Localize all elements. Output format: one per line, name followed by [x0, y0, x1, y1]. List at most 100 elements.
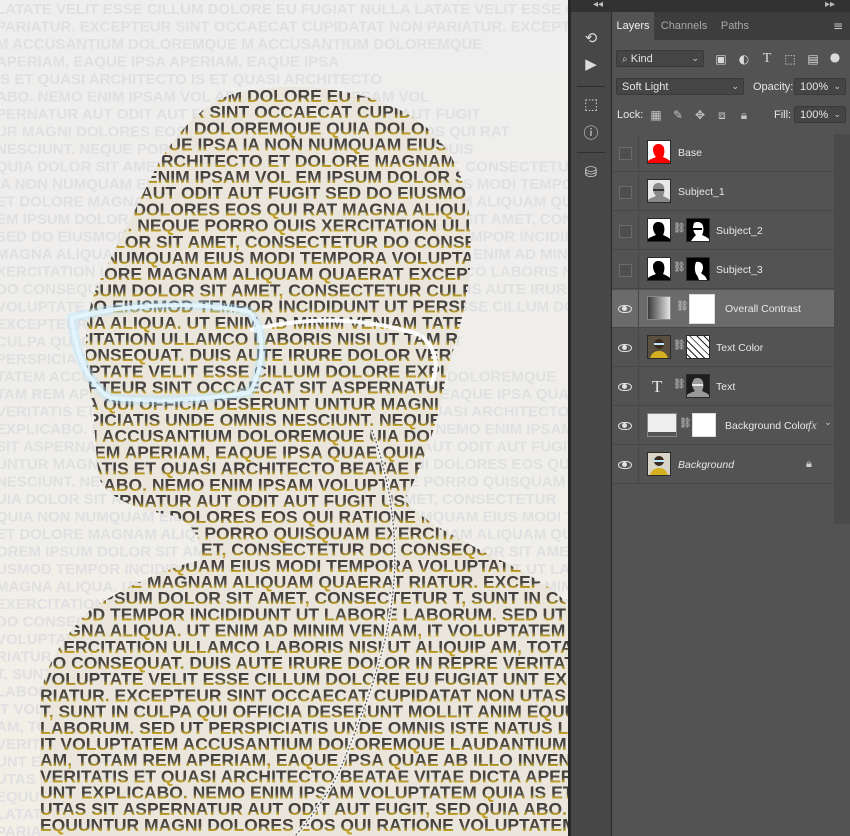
- chevron-down-icon[interactable]: ⌄: [824, 418, 832, 428]
- blend-mode-dropdown[interactable]: Soft Light ⌄: [616, 78, 744, 95]
- filter-adjustment-icon[interactable]: ◐: [735, 50, 753, 68]
- history-icon[interactable]: ⟲: [579, 26, 603, 50]
- link-chain-icon[interactable]: ⛓: [679, 418, 692, 432]
- layer-subject-1[interactable]: Subject_1: [612, 173, 834, 211]
- link-chain-icon[interactable]: ⛓: [676, 301, 689, 315]
- layers-panel: Layers Channels Paths ≡ ⌕ Kind ⌄ ▣ ◐ T ⬚…: [612, 12, 850, 836]
- visibility-toggle[interactable]: [616, 339, 634, 357]
- eye-icon: [618, 305, 632, 313]
- link-chain-icon[interactable]: ⛓: [673, 223, 686, 237]
- fill-field[interactable]: 100% ⌄: [794, 106, 846, 123]
- lock-all-icon[interactable]: 🔒︎: [736, 107, 752, 123]
- layer-name: Subject_3: [716, 264, 763, 276]
- clone-source-icon[interactable]: ⛁: [579, 160, 603, 184]
- eye-icon: [618, 383, 632, 391]
- filter-smartobject-icon[interactable]: ▤: [804, 50, 822, 68]
- layer-mask-thumbnail[interactable]: [686, 374, 710, 398]
- layer-subject-3[interactable]: ⛓ Subject_3: [612, 251, 834, 289]
- fill-value: 100%: [800, 109, 829, 121]
- actions-play-icon[interactable]: ▶: [579, 52, 603, 76]
- blend-row: Soft Light ⌄ Opacity: 100% ⌄: [612, 76, 850, 98]
- layer-name: Text: [716, 381, 736, 393]
- opacity-field[interactable]: 100% ⌄: [794, 78, 846, 95]
- visibility-toggle[interactable]: [616, 300, 634, 318]
- expand-right-icon[interactable]: ▸▸: [825, 0, 835, 10]
- layer-subject-2[interactable]: ⛓ Subject_2: [612, 212, 834, 250]
- link-chain-icon[interactable]: ⛓: [673, 340, 686, 354]
- filter-kind-dropdown[interactable]: ⌕ Kind ⌄: [616, 50, 704, 67]
- layer-name: Overall Contrast: [725, 303, 801, 315]
- tab-paths[interactable]: Paths: [714, 12, 756, 40]
- layer-thumbnail: [647, 179, 671, 203]
- layers-scrollbar[interactable]: [834, 134, 850, 524]
- layer-effects-fx-icon[interactable]: fx: [808, 418, 817, 433]
- visibility-toggle[interactable]: [616, 378, 634, 396]
- layer-thumbnail: [647, 140, 671, 164]
- strip-divider: [577, 86, 605, 87]
- panel-menu-icon[interactable]: ≡: [833, 19, 844, 33]
- layer-name: Base: [678, 147, 702, 159]
- layer-name: Background: [678, 459, 735, 471]
- lock-position-move-icon[interactable]: ✥: [692, 107, 708, 123]
- background-text-line: M ACCUSANTIUM DOLOREMQUE M ACCUSANTIUM D…: [0, 36, 482, 53]
- layer-mask-thumbnail[interactable]: [686, 257, 710, 281]
- layer-mask-thumbnail[interactable]: [689, 294, 715, 324]
- lock-artboard-icon[interactable]: ⧈: [714, 107, 730, 123]
- visibility-toggle[interactable]: [616, 222, 634, 240]
- visibility-toggle[interactable]: [616, 417, 634, 435]
- layer-overall-contrast[interactable]: ⛓ Overall Contrast: [612, 290, 834, 328]
- background-text-line: LATATE VELIT ESSE CILLUM DOLORE EU FUGIA…: [0, 1, 568, 18]
- background-text-line: IS ET QUASI ARCHITECTO IS ET QUASI ARCHI…: [0, 71, 382, 88]
- collapse-left-icon[interactable]: ◂◂: [593, 0, 603, 10]
- layer-background-color[interactable]: ⛓ Background Color fx ⌄: [612, 407, 834, 445]
- panel-icon-strip: ⟲ ▶ ⬚ ⓘ ⛁: [571, 12, 612, 836]
- strip-divider: [577, 152, 605, 153]
- filter-toggle-icon[interactable]: ●: [826, 48, 844, 66]
- filter-row: ⌕ Kind ⌄ ▣ ◐ T ⬚ ▤ ●: [612, 48, 850, 70]
- search-icon: ⌕: [622, 54, 631, 65]
- layer-name: Subject_1: [678, 186, 725, 198]
- layer-thumbnail: [647, 335, 671, 359]
- filter-kind-value: Kind: [630, 53, 653, 65]
- link-chain-icon[interactable]: ⛓: [673, 262, 686, 276]
- 3d-cube-icon[interactable]: ⬚: [579, 92, 603, 116]
- chevron-down-icon: ⌄: [731, 82, 739, 92]
- layer-text[interactable]: T ⛓ Text: [612, 368, 834, 406]
- type-layer-icon: T: [652, 377, 663, 396]
- visibility-toggle[interactable]: [616, 261, 634, 279]
- visibility-toggle[interactable]: [616, 144, 634, 162]
- lock-icon: 🔒︎: [806, 457, 812, 470]
- visibility-toggle[interactable]: [616, 183, 634, 201]
- lock-row: Lock: ▦ ✎ ✥ ⧈ 🔒︎ Fill: 100% ⌄: [612, 104, 850, 126]
- background-text-line: APERIAM, EAQUE IPSA APERIAM, EAQUE IPSA: [0, 54, 339, 71]
- filter-shape-icon[interactable]: ⬚: [781, 50, 799, 68]
- tab-channels[interactable]: Channels: [656, 12, 712, 40]
- layer-mask-thumbnail[interactable]: [692, 413, 716, 437]
- eye-icon: [618, 422, 632, 430]
- layer-name: Background Color: [725, 420, 810, 432]
- blend-mode-value: Soft Light: [622, 81, 669, 93]
- layer-background[interactable]: Background 🔒︎: [612, 446, 834, 484]
- filter-pixel-icon[interactable]: ▣: [712, 50, 730, 68]
- layer-mask-thumbnail[interactable]: [686, 218, 710, 242]
- layer-text-color[interactable]: ⛓ Text Color: [612, 329, 834, 367]
- link-chain-icon[interactable]: ⛓: [673, 379, 686, 393]
- lock-transparent-icon[interactable]: ▦: [648, 107, 664, 123]
- panel-dock: ◂◂ ▸▸ ⟲ ▶ ⬚ ⓘ ⛁ Layers Channels Paths ≡ …: [571, 0, 850, 836]
- info-icon[interactable]: ⓘ: [579, 120, 603, 144]
- panel-tabs: Layers Channels Paths ≡: [612, 12, 850, 40]
- filter-type-icon[interactable]: T: [758, 50, 776, 68]
- opacity-value: 100%: [800, 81, 829, 93]
- document-canvas[interactable]: LATATE VELIT ESSE CILLUM DOLORE EU FUGIA…: [0, 0, 568, 836]
- canvas-artwork: LATATE VELIT ESSE CILLUM DOLORE EU FUGIA…: [0, 0, 568, 836]
- chevron-down-icon: ⌄: [833, 110, 841, 120]
- lock-image-brush-icon[interactable]: ✎: [670, 107, 686, 123]
- layer-base[interactable]: Base: [612, 134, 834, 172]
- visibility-toggle[interactable]: [616, 456, 634, 474]
- layer-name: Text Color: [716, 342, 764, 354]
- lock-label: Lock:: [617, 109, 644, 121]
- layer-mask-thumbnail[interactable]: [686, 335, 710, 359]
- layer-thumbnail: [647, 257, 671, 281]
- solid-fill-icon: [647, 413, 677, 437]
- tab-layers[interactable]: Layers: [612, 12, 654, 40]
